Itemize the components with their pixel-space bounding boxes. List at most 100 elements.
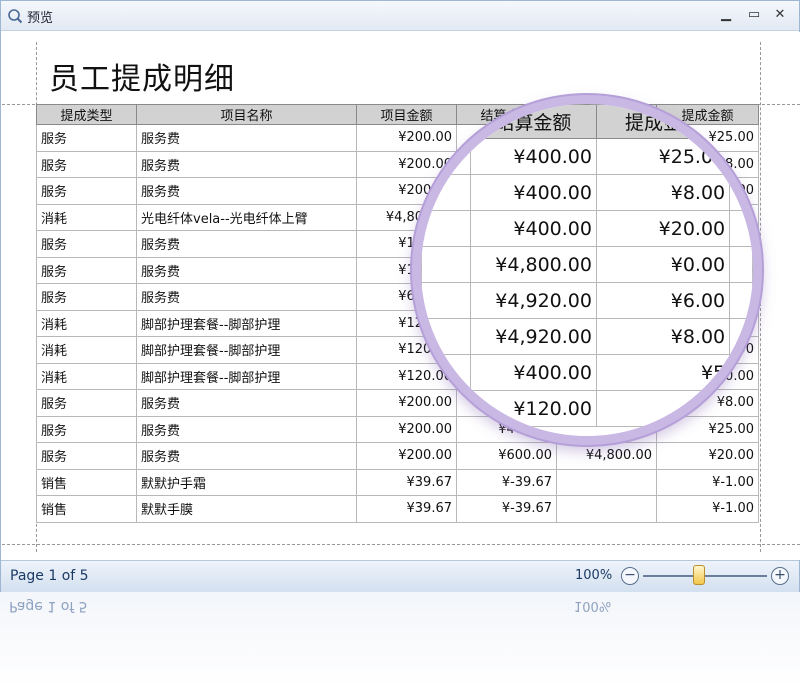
margin-guide-right: [760, 42, 761, 552]
table-row: 销售 默默护手霜 ¥39.67 ¥-39.67 ¥-1.00: [36, 468, 759, 496]
magnified-cell: ¥0.00: [595, 246, 731, 283]
magnified-cell: ¥25.00: [595, 138, 731, 175]
table-cell: 服务: [36, 150, 137, 178]
table-cell: 光电纤体vela--光电纤体上臂: [136, 203, 357, 231]
table-cell: ¥-39.67: [456, 495, 557, 523]
status-bar: Page 1 of 5 100% − +: [1, 560, 799, 592]
maximize-button[interactable]: ▭: [745, 7, 763, 23]
table-cell: 服务费: [136, 177, 357, 205]
table-cell: 服务费: [136, 230, 357, 258]
reflected-page-indicator: Page 1 of 5: [9, 598, 88, 614]
title-bar[interactable]: 预览 ▁ ▭ ✕: [1, 1, 799, 31]
magnified-cell: [729, 210, 753, 247]
magnified-cell: ¥4,920.00: [469, 282, 597, 319]
column-header: [421, 104, 471, 139]
magnified-cell: [421, 354, 471, 391]
table-row: 销售 默默手膜 ¥39.67 ¥-39.67 ¥-1.00: [36, 495, 759, 523]
table-cell: 销售: [36, 468, 137, 496]
magnified-cell: ¥400.00: [469, 354, 597, 391]
table-cell: 脚部护理套餐--脚部护理: [136, 309, 357, 337]
table-cell: 服务费: [136, 283, 357, 311]
magnified-row: ¥4,920.00 ¥6.00: [421, 282, 753, 319]
magnified-cell: [421, 318, 471, 355]
magnified-cell: [595, 390, 731, 427]
zoom-out-button[interactable]: −: [621, 567, 639, 585]
magnified-cell: ¥400.00: [469, 174, 597, 211]
table-cell: ¥200.00: [356, 442, 457, 470]
magnified-cell: [729, 246, 753, 283]
zoom-slider-thumb[interactable]: [692, 565, 705, 585]
table-cell: 脚部护理套餐--脚部护理: [136, 362, 357, 390]
magnified-cell: [729, 318, 753, 355]
magnified-cell: ¥20.00: [595, 210, 731, 247]
preview-viewport[interactable]: 员工提成明细 提成类型项目名称项目金额结算金额提成基数提成金额 服务服务费¥20…: [2, 32, 800, 560]
magnified-cell: [421, 174, 471, 211]
magnified-cell: ¥5: [595, 354, 731, 391]
magnified-cell: [421, 390, 471, 427]
magnified-cell: ¥400.00: [469, 210, 597, 247]
page-indicator: Page 1 of 5: [10, 568, 89, 584]
column-header: 提成类型: [36, 104, 137, 125]
reflected-zoom-percentage: 100%: [574, 598, 612, 613]
zoom-percentage: 100%: [575, 568, 613, 583]
table-row: 服务 服务费 ¥200.00 ¥600.00 ¥4,800.00 ¥20.00: [36, 442, 759, 470]
window-reflection: Page 1 of 5 100%: [0, 592, 800, 687]
table-cell: 服务: [36, 442, 137, 470]
column-header: 项目名称: [136, 104, 357, 125]
close-button[interactable]: ✕: [771, 7, 789, 23]
table-cell: 服务: [36, 256, 137, 284]
magnified-column-header: 提成金额: [595, 104, 731, 139]
margin-guide-bottom: [2, 544, 800, 545]
magnified-cell: ¥4,920.00: [469, 318, 597, 355]
magnified-cell: ¥8.00: [595, 174, 731, 211]
table-cell: ¥-1.00: [656, 468, 759, 496]
zoom-in-button[interactable]: +: [771, 567, 789, 585]
table-cell: 服务: [36, 230, 137, 258]
magnified-cell: [421, 210, 471, 247]
magnified-row: ¥400.00 ¥5: [421, 354, 753, 391]
zoom-slider-track[interactable]: [643, 575, 767, 577]
magnified-cell: [729, 282, 753, 319]
table-cell: 默默手膜: [136, 495, 357, 523]
table-cell: 默默护手霜: [136, 468, 357, 496]
table-cell: ¥39.67: [356, 495, 457, 523]
magnified-row: ¥400.00 ¥20.00: [421, 210, 753, 247]
magnified-row: ¥4,800.00 ¥0.00: [421, 246, 753, 283]
magnified-cell: ¥6.00: [595, 282, 731, 319]
table-cell: 服务: [36, 415, 137, 443]
table-cell: 服务费: [136, 124, 357, 152]
table-cell: ¥-1.00: [656, 495, 759, 523]
reflection-fade: [0, 592, 800, 687]
magnified-cell: ¥8.00: [595, 318, 731, 355]
window-title: 预览: [27, 11, 54, 26]
magnified-cell: ¥120.00: [469, 390, 597, 427]
table-cell: 服务: [36, 389, 137, 417]
table-cell: 消耗: [36, 362, 137, 390]
magnified-row: ¥400.00 ¥8.00: [421, 174, 753, 211]
table-cell: ¥600.00: [456, 442, 557, 470]
magnified-cell: [729, 138, 753, 175]
table-cell: 服务: [36, 177, 137, 205]
table-cell: 服务费: [136, 415, 357, 443]
preview-window: 预览 ▁ ▭ ✕ 员工提成明细 提成类型项目名称项目金额结算金额提成基数提成金额…: [0, 0, 800, 592]
magnified-cell: [729, 174, 753, 211]
table-cell: 服务费: [136, 442, 357, 470]
table-cell: 服务: [36, 283, 137, 311]
magnified-cell: [729, 354, 753, 391]
table-cell: 消耗: [36, 203, 137, 231]
table-cell: 服务费: [136, 150, 357, 178]
magnified-row: ¥120.00: [421, 390, 753, 427]
magnified-table: 结算金额 提成金额 ¥400.00 ¥25.00 ¥400.00 ¥8.00 ¥400.0…: [421, 104, 753, 427]
table-cell: ¥39.67: [356, 468, 457, 496]
magnified-cell: ¥4,800.00: [469, 246, 597, 283]
minimize-button[interactable]: ▁: [717, 7, 735, 23]
magnified-cell: [421, 282, 471, 319]
table-cell: [556, 495, 657, 523]
magnified-cell: [421, 246, 471, 283]
table-cell: ¥4,800.00: [556, 442, 657, 470]
table-cell: 销售: [36, 495, 137, 523]
table-cell: ¥-39.67: [456, 468, 557, 496]
table-cell: 消耗: [36, 336, 137, 364]
preview-icon: [8, 9, 23, 24]
magnified-column-header: 结算金额: [469, 104, 597, 139]
